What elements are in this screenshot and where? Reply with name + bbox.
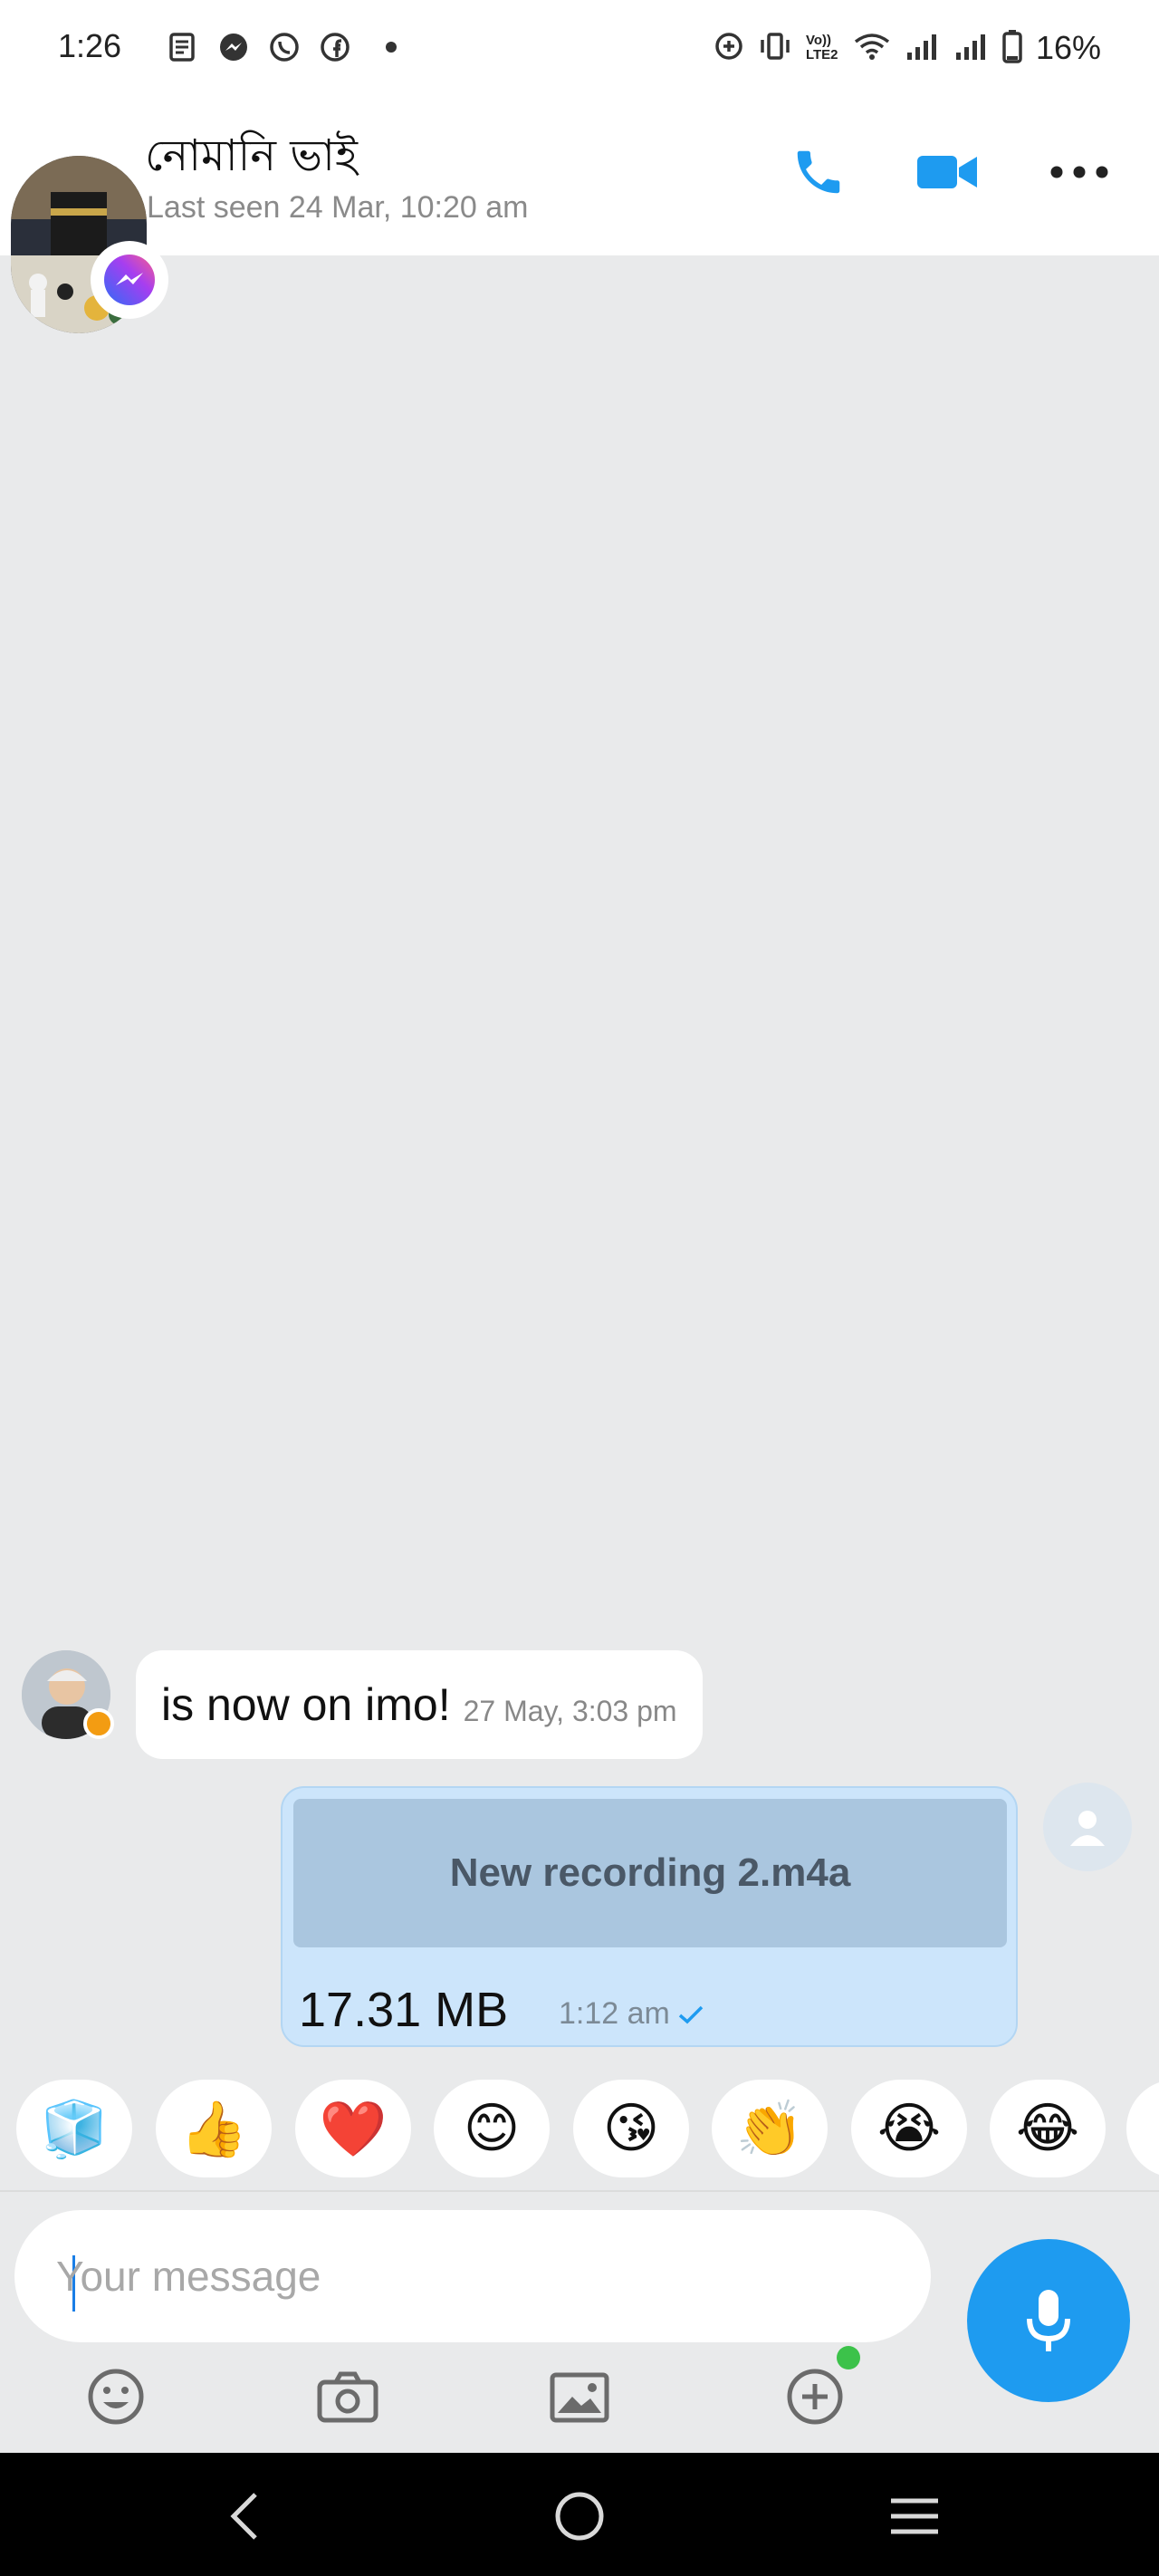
reaction-thumbs-up[interactable]: 👍 xyxy=(156,2080,272,2177)
chat-area[interactable]: is now on imo! 27 May, 3:03 pm New recor… xyxy=(0,255,1159,2080)
reaction-laugh[interactable]: 😂 xyxy=(990,2080,1106,2177)
messenger-icon xyxy=(216,29,252,65)
video-icon[interactable] xyxy=(909,134,985,210)
last-seen: Last seen 24 Mar, 10:20 am xyxy=(147,190,529,225)
back-icon[interactable] xyxy=(208,2480,281,2552)
audio-file-box[interactable]: New recording 2.m4a xyxy=(293,1799,1007,1947)
outgoing-message-meta: 1:12 am xyxy=(559,1996,704,2032)
contact-name[interactable]: নোমানি ভাই xyxy=(145,123,358,195)
file-name: New recording 2.m4a xyxy=(449,1850,851,1895)
more-icon[interactable] xyxy=(1041,134,1117,210)
reaction-smile[interactable]: 😊 xyxy=(434,2080,550,2177)
reaction-more[interactable] xyxy=(1126,2080,1159,2177)
whatsapp-icon xyxy=(266,29,302,65)
wifi-icon xyxy=(853,31,891,66)
reaction-cry[interactable]: 😭 xyxy=(851,2080,967,2177)
mic-button[interactable] xyxy=(967,2239,1130,2402)
signal-icon-2 xyxy=(953,31,989,66)
vibrate-icon xyxy=(757,31,793,66)
outgoing-file-message[interactable]: New recording 2.m4a 17.31 MB 1:12 am xyxy=(281,1786,1018,2047)
phone-icon[interactable] xyxy=(781,134,857,210)
message-input[interactable] xyxy=(56,2243,871,2310)
recents-icon[interactable] xyxy=(878,2480,951,2552)
outgoing-message-time: 1:12 am xyxy=(559,1996,670,2031)
reaction-ice-cube[interactable]: 🧊 xyxy=(16,2080,132,2177)
data-saver-icon xyxy=(714,31,744,66)
camera-icon[interactable] xyxy=(311,2360,384,2433)
add-icon[interactable] xyxy=(779,2360,851,2433)
reaction-heart[interactable]: ❤️ xyxy=(295,2080,411,2177)
reaction-clap[interactable]: 👏 xyxy=(712,2080,828,2177)
composer xyxy=(0,2190,1159,2453)
reaction-kiss[interactable]: 😘 xyxy=(573,2080,689,2177)
battery-percent: 16% xyxy=(1035,29,1101,66)
my-avatar[interactable] xyxy=(1043,1783,1132,1871)
online-dot xyxy=(837,2346,860,2369)
emoji-icon[interactable] xyxy=(80,2360,152,2433)
incoming-message-time: 27 May, 3:03 pm xyxy=(463,1694,677,1727)
signal-icon-1 xyxy=(904,31,940,66)
status-right: Vo)) LTE2 16% xyxy=(714,25,1101,71)
sender-status-badge xyxy=(83,1708,114,1739)
status-time: 1:26 xyxy=(58,27,122,64)
file-size: 17.31 MB xyxy=(299,1983,509,2037)
sent-check-icon xyxy=(678,2005,704,2023)
mic-icon xyxy=(1027,2290,1070,2351)
incoming-message-text: is now on imo! xyxy=(161,1679,451,1730)
system-nav-bar xyxy=(0,2453,1159,2576)
battery-icon xyxy=(1001,29,1023,68)
news-icon xyxy=(165,29,201,65)
home-icon[interactable] xyxy=(543,2480,616,2552)
incoming-message[interactable]: is now on imo! 27 May, 3:03 pm xyxy=(136,1650,703,1759)
facebook-icon xyxy=(317,29,353,65)
dot-icon xyxy=(380,29,402,65)
network-label: Vo)) LTE2 xyxy=(805,33,838,62)
gallery-icon[interactable] xyxy=(543,2360,616,2433)
message-input-wrap[interactable] xyxy=(14,2210,931,2342)
chat-header: নোমানি ভাই Last seen 24 Mar, 10:20 am xyxy=(0,98,1159,255)
status-bar: 1:26 Vo)) LTE2 16% xyxy=(0,0,1159,98)
quick-reactions-bar: 🧊 👍 ❤️ 😊 😘 👏 😭 😂 xyxy=(0,2069,1159,2196)
